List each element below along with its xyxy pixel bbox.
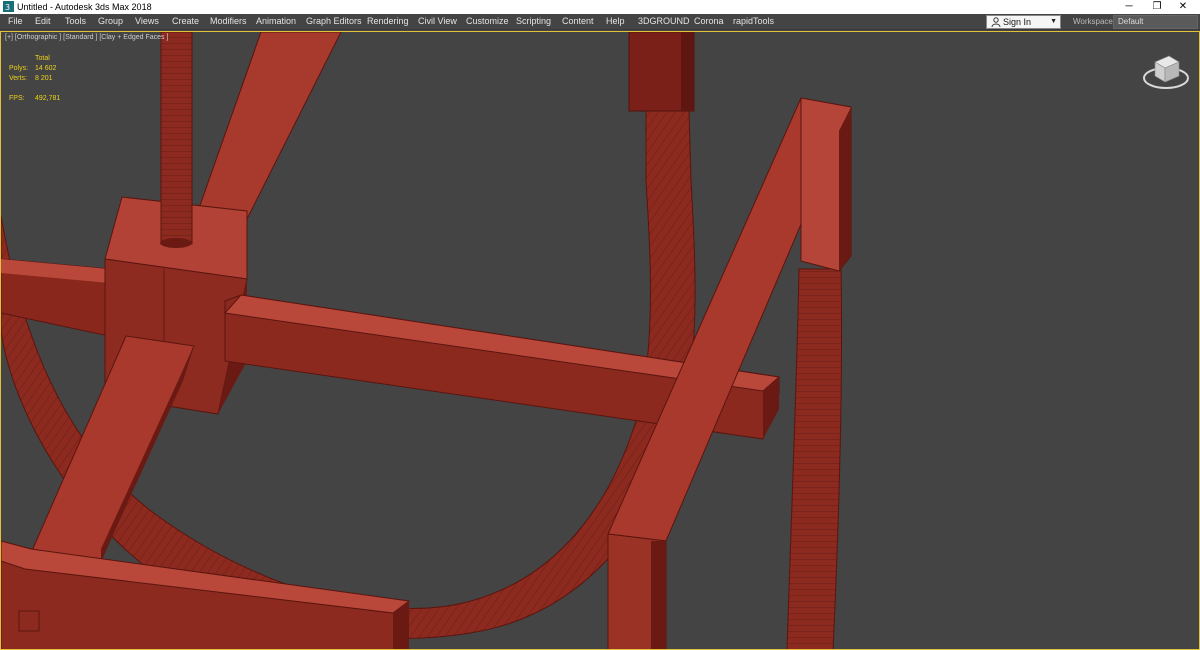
sign-in-label: Sign In bbox=[1003, 17, 1032, 27]
stats-fps-label: FPS: bbox=[9, 95, 25, 102]
menu-tools[interactable]: Tools bbox=[65, 15, 86, 28]
stats-overlay: Total Polys: 14 602 Verts: 8 201 FPS: 492,7… bbox=[9, 54, 89, 104]
stats-polys-label: Polys: bbox=[9, 65, 29, 72]
window-title: Untitled - Autodesk 3ds Max 2018 bbox=[17, 2, 152, 12]
menu-rapidtools[interactable]: rapidTools bbox=[733, 15, 774, 28]
menu-help[interactable]: Help bbox=[606, 15, 625, 28]
stats-verts-value: 8 201 bbox=[35, 75, 53, 82]
menu-bar: File Edit Tools Group Views Create Modif… bbox=[0, 14, 1200, 30]
stats-fps-value: 492,781 bbox=[35, 95, 61, 102]
menu-file[interactable]: File bbox=[8, 15, 23, 28]
menu-scripting[interactable]: Scripting bbox=[516, 15, 551, 28]
viewcube-icon[interactable] bbox=[1141, 50, 1191, 96]
menu-rendering[interactable]: Rendering bbox=[367, 15, 409, 28]
menu-group[interactable]: Group bbox=[98, 15, 123, 28]
menu-3dground[interactable]: 3DGROUND bbox=[638, 15, 690, 28]
stats-verts-label: Verts: bbox=[9, 75, 27, 82]
menu-customize[interactable]: Customize bbox=[466, 15, 509, 28]
svg-text:3: 3 bbox=[5, 3, 10, 12]
sign-in-dropdown[interactable]: Sign In ▼ bbox=[986, 15, 1061, 29]
close-button[interactable]: ✕ bbox=[1166, 0, 1200, 14]
menu-views[interactable]: Views bbox=[135, 15, 159, 28]
scene-geometry bbox=[1, 32, 852, 649]
title-bar: 3 Untitled - Autodesk 3ds Max 2018 ─ ❐ ✕ bbox=[0, 0, 1200, 14]
stats-total-label: Total bbox=[35, 55, 50, 62]
menu-edit[interactable]: Edit bbox=[35, 15, 51, 28]
menu-create[interactable]: Create bbox=[172, 15, 199, 28]
app-icon: 3 bbox=[3, 1, 14, 12]
menu-content[interactable]: Content bbox=[562, 15, 594, 28]
menu-animation[interactable]: Animation bbox=[256, 15, 296, 28]
menu-modifiers[interactable]: Modifiers bbox=[210, 15, 247, 28]
workspace-select[interactable]: Default bbox=[1113, 15, 1198, 29]
menu-corona[interactable]: Corona bbox=[694, 15, 724, 28]
menu-graph-editors[interactable]: Graph Editors bbox=[306, 15, 362, 28]
user-icon bbox=[991, 17, 1001, 27]
stats-polys-value: 14 602 bbox=[35, 65, 57, 72]
menu-civil-view[interactable]: Civil View bbox=[418, 15, 457, 28]
perspective-viewport[interactable]: [+] [Orthographic ] [Standard ] [Clay + … bbox=[0, 31, 1200, 650]
chevron-down-icon: ▼ bbox=[1050, 18, 1057, 25]
viewport-label[interactable]: [+] [Orthographic ] [Standard ] [Clay + … bbox=[5, 34, 168, 41]
